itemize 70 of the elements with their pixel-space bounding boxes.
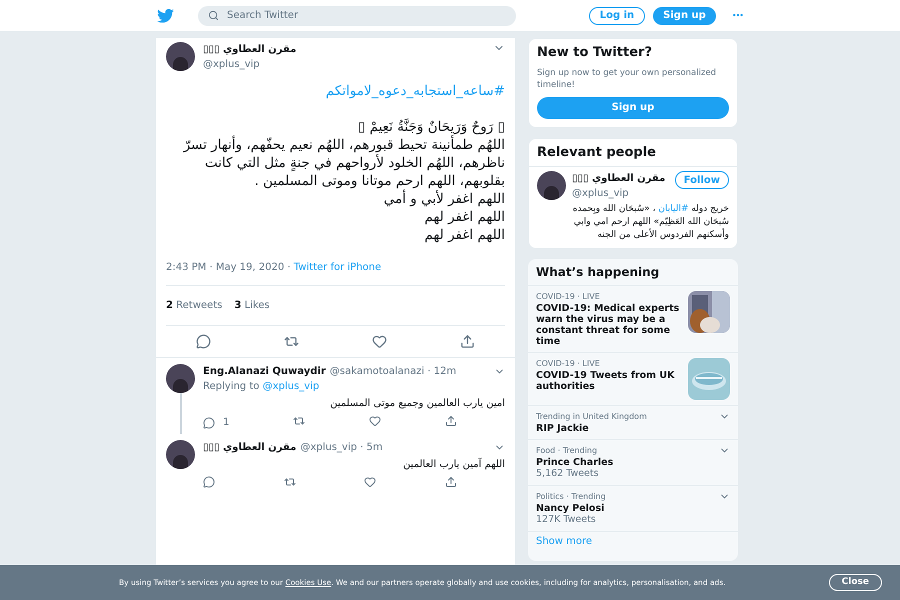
tweet-text: ▯ رَوحٌ وَرَيحَانٌ وَجَنَّةُ نَعِيمْ ▯	[356, 118, 505, 135]
avatar	[166, 42, 195, 71]
hashtag-link[interactable]: #اليابان	[658, 204, 688, 214]
signup-button[interactable]: Sign up	[537, 96, 729, 118]
avatar	[166, 440, 195, 469]
like-count[interactable]: 3 Likes	[234, 298, 270, 313]
trend-title[interactable]: Prince Charles	[536, 457, 711, 468]
tweet-text: اللهم اغفر لهم	[423, 208, 505, 226]
trend-meta: Food · Trending	[536, 445, 598, 457]
person-bio: خريج دوله #اليابان ، «سُبحَان الله وبِحمده سُبحَان الله العَظِيّم» اللهم ارحم امي وابي وأسكنهم الفردوس الأعلى من الجنه	[572, 203, 729, 242]
reply-handle[interactable]: @xplus_vip · 5m	[300, 440, 383, 455]
more-menu[interactable]: •••	[732, 10, 743, 22]
close-button[interactable]: Close	[828, 574, 882, 591]
tweet-time: 2:43 PM · May 19, 2020 ·	[166, 262, 292, 273]
share-icon[interactable]	[445, 415, 457, 427]
trend-title[interactable]: COVID-19 Tweets from UK authorities	[536, 370, 680, 392]
follow-button[interactable]: Follow	[674, 171, 729, 189]
hashtag-link[interactable]: #ساعه_استجابه_دعوه_لامواتكم	[166, 82, 505, 100]
reply-icon[interactable]	[203, 476, 215, 488]
like-icon[interactable]	[369, 415, 382, 427]
card-title: New to Twitter?	[537, 44, 654, 62]
trend-meta: Trending in United Kingdom	[536, 411, 648, 423]
retweet-icon[interactable]	[284, 476, 296, 488]
show-more-link[interactable]: Show more	[528, 532, 738, 561]
search-input[interactable]: Search Twitter	[227, 8, 506, 23]
card-title: What’s happening	[528, 259, 738, 286]
bird-logo-icon[interactable]	[157, 8, 174, 22]
login-button[interactable]: Log in	[588, 6, 646, 24]
author-handle[interactable]: @xplus_vip	[203, 57, 485, 72]
tweet-count: 127K Tweets	[536, 514, 597, 526]
retweet-icon[interactable]	[284, 334, 299, 349]
retweet-count[interactable]: 2 Retweets	[166, 298, 222, 313]
like-icon[interactable]	[372, 334, 387, 349]
trend-title[interactable]: Nancy Pelosi	[536, 503, 711, 514]
trend-title[interactable]: RIP Jackie	[536, 423, 711, 434]
reply-icon[interactable]	[203, 416, 215, 428]
card-title: Relevant people	[529, 138, 737, 167]
reply-count: 1	[223, 416, 230, 430]
share-icon[interactable]	[444, 476, 457, 488]
reply-author-name[interactable]: Eng.Alanazi Quwaydir	[203, 364, 326, 379]
reply-icon[interactable]	[196, 334, 211, 349]
signup-button[interactable]: Sign up	[653, 6, 716, 24]
reply-text: اللهم آمين يارب العالمين	[402, 457, 505, 472]
share-icon[interactable]	[460, 334, 475, 349]
card-text: Sign up now to get your own personalized timeline!	[537, 66, 718, 90]
tweet-text: ناظرهم، اللهُم الخلود لأرواحهم في جنةٍ مثل التي كانت	[204, 154, 505, 172]
source-link[interactable]: Twitter for iPhone	[294, 262, 382, 273]
tweet-text: بقلوبهم، اللهم ارحم موتانا وموتى المسلمين .	[253, 172, 505, 190]
trend-meta: Politics · Trending	[536, 491, 607, 503]
avatar	[537, 171, 566, 200]
search-field[interactable]: Search Twitter	[198, 6, 516, 26]
reply-text: امين يارب العالمين وجميع موتى المسلمين	[329, 397, 505, 411]
trend-meta: COVID-19 · LIVE	[536, 358, 601, 370]
person-handle[interactable]: @xplus_vip	[572, 186, 675, 201]
tweet-text: اللهُم طمأنينة تحيط قبورهم، اللهُم نعيم يحفّهم، وأنهار تسرّ	[182, 136, 505, 154]
trend-meta: COVID-19 · LIVE	[536, 291, 601, 303]
tweet-text: اللهم اغفر لهم	[423, 226, 505, 244]
search-icon	[208, 10, 219, 21]
reply-author-name[interactable]: مقرن العطاوي ▯▯▯	[203, 440, 296, 455]
avatar	[166, 364, 195, 393]
tweet-count: 5,162 Tweets	[536, 468, 600, 480]
like-icon[interactable]	[364, 476, 376, 488]
person-name[interactable]: مقرن العطاوي ▯▯▯	[572, 171, 675, 186]
author-name[interactable]: مقرن العطاوي ▯▯▯	[203, 42, 485, 57]
retweet-icon[interactable]	[293, 415, 306, 427]
reply-handle[interactable]: @sakamotoalanazi · 12m	[330, 364, 456, 379]
replying-to-label: Replying to	[203, 381, 260, 392]
trend-title[interactable]: COVID-19: Medical experts warn the virus may be a constant threat for some time	[536, 303, 680, 347]
tweet-text: اللهم اغفر لأبي و أمي	[382, 190, 505, 208]
mention-link[interactable]: @xplus_vip	[262, 381, 320, 392]
